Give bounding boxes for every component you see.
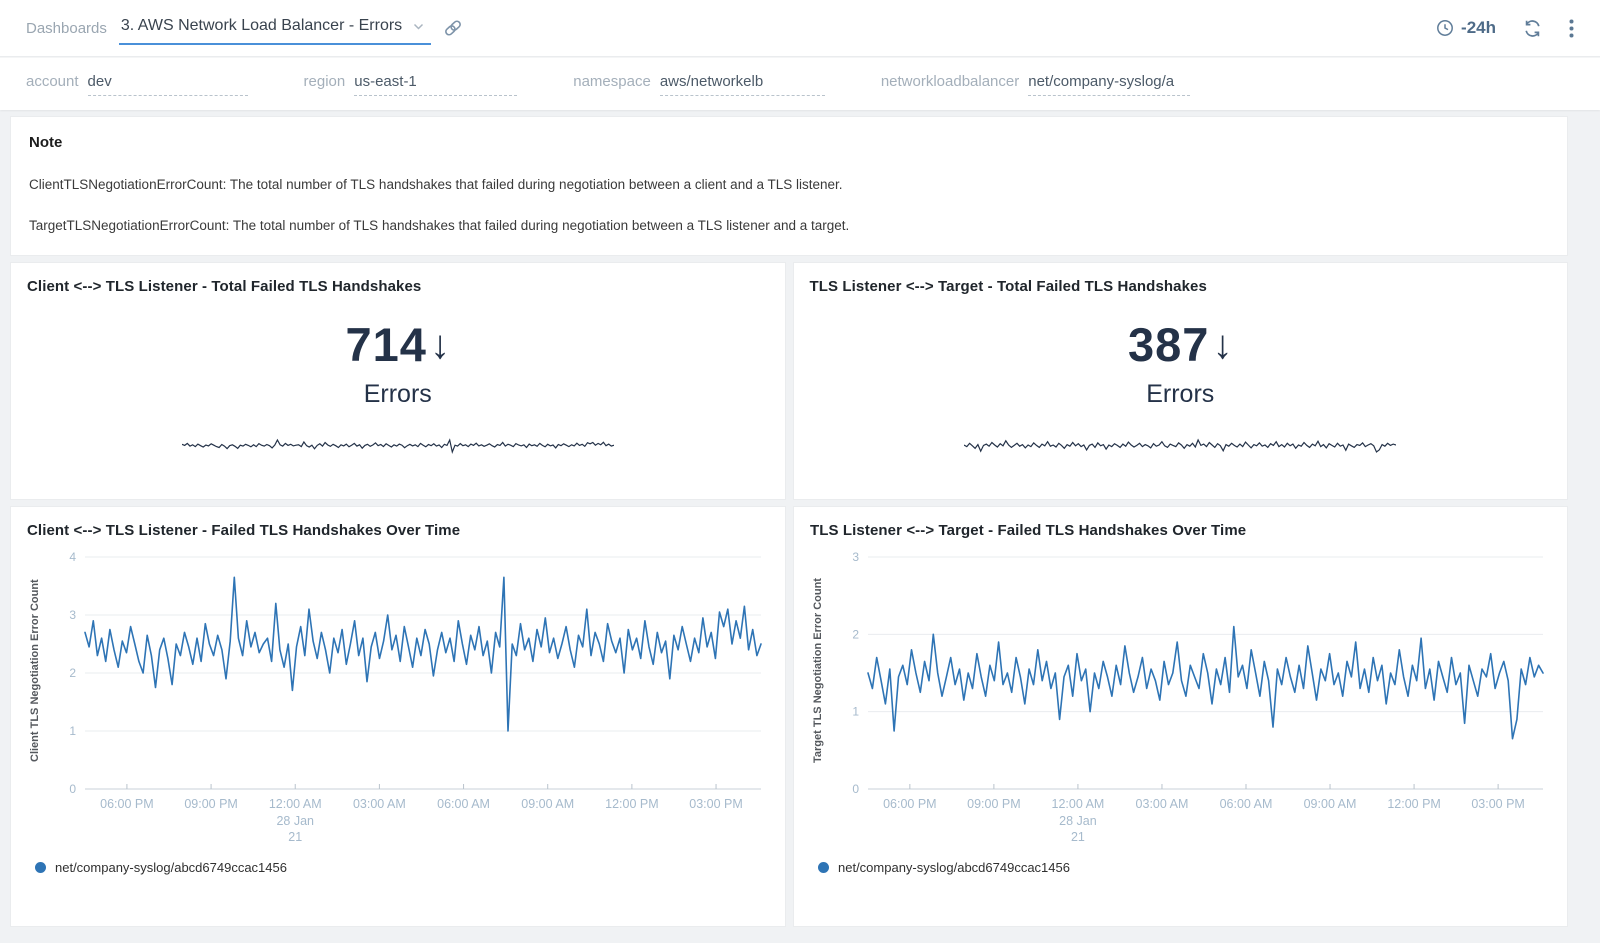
legend-color-dot [35,862,46,873]
stat-value: 714 [346,317,427,372]
svg-text:09:00 AM: 09:00 AM [1304,797,1357,811]
filter-bar: account dev region us-east-1 namespace a… [0,57,1600,110]
stat-value: 387 [1128,317,1209,372]
svg-text:03:00 PM: 03:00 PM [1471,797,1525,811]
dashboard-content: Note ClientTLSNegotiationErrorCount: The… [0,110,1600,935]
filter-networkloadbalancer-value[interactable]: net/company-syslog/a [1028,73,1190,96]
svg-text:21: 21 [1071,830,1085,844]
svg-text:21: 21 [288,830,302,844]
chart-canvas[interactable]: 0 1 2 3 4 06:00 PM 09:00 PM 12:00 AM 28 Jan 21 03:… [43,547,769,850]
trend-down-arrow-icon: ↓ [1212,323,1232,368]
svg-text:2: 2 [69,666,76,680]
stat-panel-client-listener: Client <--> TLS Listener - Total Failed … [10,262,786,500]
trend-down-arrow-icon: ↓ [430,323,450,368]
dashboard-title-select[interactable]: 3. AWS Network Load Balancer - Errors [119,11,431,45]
stat-panel-title: Client <--> TLS Listener - Total Failed … [27,278,769,295]
chart-title: TLS Listener <--> Target - Failed TLS Ha… [810,522,1551,539]
chart-panel-listener-target: TLS Listener <--> Target - Failed TLS Ha… [793,506,1568,927]
filter-networkloadbalancer: networkloadbalancer net/company-syslog/a [881,73,1190,96]
svg-text:12:00 AM: 12:00 AM [1052,797,1105,811]
chart-panel-client-listener: Client <--> TLS Listener - Failed TLS Ha… [10,506,786,927]
legend-series-name: net/company-syslog/abcd6749ccac1456 [55,860,287,875]
top-bar: Dashboards 3. AWS Network Load Balancer … [0,0,1600,57]
svg-text:06:00 AM: 06:00 AM [437,797,490,811]
svg-text:0: 0 [852,782,859,796]
sparkline [964,437,1396,460]
time-range-button[interactable]: -24h [1436,18,1496,38]
note-line-target: TargetTLSNegotiationErrorCount: The tota… [29,218,1549,233]
filter-region: region us-east-1 [304,73,518,96]
filter-account-value[interactable]: dev [88,73,248,96]
filter-account: account dev [26,73,248,96]
svg-text:4: 4 [69,550,76,564]
note-title: Note [29,134,1549,151]
svg-text:06:00 PM: 06:00 PM [100,797,154,811]
stat-panel-title: TLS Listener <--> Target - Total Failed … [810,278,1552,295]
legend-item[interactable]: net/company-syslog/abcd6749ccac1456 [810,860,1551,875]
time-range-label: -24h [1461,18,1496,38]
note-line-client: ClientTLSNegotiationErrorCount: The tota… [29,177,1549,192]
svg-text:09:00 PM: 09:00 PM [184,797,238,811]
svg-text:06:00 AM: 06:00 AM [1220,797,1273,811]
svg-text:2: 2 [852,627,859,641]
svg-text:12:00 PM: 12:00 PM [1387,797,1441,811]
svg-text:06:00 PM: 06:00 PM [883,797,937,811]
filter-region-value[interactable]: us-east-1 [354,73,517,96]
stat-unit-label: Errors [364,380,432,409]
svg-text:28 Jan: 28 Jan [1059,814,1097,828]
svg-text:09:00 AM: 09:00 AM [521,797,574,811]
share-link-icon[interactable] [443,18,463,38]
svg-text:3: 3 [852,550,859,564]
legend-series-name: net/company-syslog/abcd6749ccac1456 [838,860,1070,875]
svg-text:12:00 PM: 12:00 PM [605,797,659,811]
stat-panel-listener-target: TLS Listener <--> Target - Total Failed … [793,262,1569,500]
chevron-down-icon [412,20,425,33]
breadcrumb[interactable]: Dashboards [26,20,107,37]
svg-text:03:00 AM: 03:00 AM [353,797,406,811]
note-panel: Note ClientTLSNegotiationErrorCount: The… [10,116,1568,256]
chart-canvas[interactable]: 0 1 2 3 06:00 PM 09:00 PM 12:00 AM 28 Jan 21 03:0… [826,547,1551,850]
filter-namespace: namespace aws/networkelb [573,73,825,96]
svg-text:12:00 AM: 12:00 AM [269,797,322,811]
legend-color-dot [818,862,829,873]
svg-text:03:00 AM: 03:00 AM [1136,797,1189,811]
sparkline [182,437,614,460]
chart-title: Client <--> TLS Listener - Failed TLS Ha… [27,522,769,539]
legend-item[interactable]: net/company-syslog/abcd6749ccac1456 [27,860,769,875]
svg-text:28 Jan: 28 Jan [276,814,314,828]
kebab-menu-button[interactable] [1569,19,1574,38]
filter-account-label: account [26,73,79,90]
y-axis-label: Client TLS Negotiation Error Count [27,549,43,793]
svg-text:3: 3 [69,608,76,622]
clock-icon [1436,19,1454,37]
filter-networkloadbalancer-label: networkloadbalancer [881,73,1019,90]
stat-unit-label: Errors [1146,380,1214,409]
refresh-button[interactable] [1522,18,1543,39]
y-axis-label: Target TLS Negotiation Error Count [810,549,826,793]
filter-namespace-value[interactable]: aws/networkelb [660,73,825,96]
svg-text:03:00 PM: 03:00 PM [689,797,743,811]
svg-text:1: 1 [852,705,859,719]
filter-region-label: region [304,73,346,90]
page-title: 3. AWS Network Load Balancer - Errors [121,17,402,35]
svg-text:09:00 PM: 09:00 PM [967,797,1021,811]
svg-text:0: 0 [69,782,76,796]
svg-text:1: 1 [69,724,76,738]
filter-namespace-label: namespace [573,73,651,90]
